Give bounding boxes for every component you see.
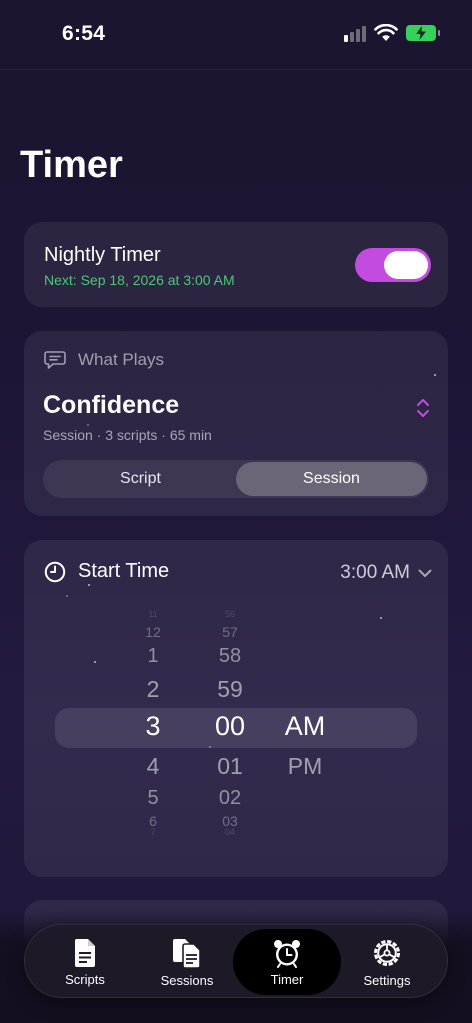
- tab-settings[interactable]: Settings: [333, 929, 441, 995]
- battery-charging-icon: [406, 25, 440, 41]
- picker-hour: 5: [147, 787, 159, 809]
- tab-timer-label: Timer: [270, 971, 304, 987]
- picker-period: PM: [287, 753, 323, 779]
- picker-minute: 57: [222, 624, 238, 640]
- picker-hour: 4: [146, 753, 160, 779]
- start-time-value-button[interactable]: 3:00 AM: [340, 562, 432, 584]
- background-sparkle: [88, 584, 90, 586]
- background-sparkle: [66, 595, 68, 597]
- picker-hour: 1: [147, 645, 159, 667]
- speech-bubble-icon: [44, 351, 66, 369]
- selected-session-title[interactable]: Confidence: [43, 391, 179, 420]
- selected-session-meta: Session · 3 scripts · 65 min: [43, 427, 212, 443]
- tab-settings-label: Settings: [363, 972, 411, 988]
- picker-minute: 04: [224, 827, 235, 837]
- what-plays-header: What Plays: [44, 350, 164, 370]
- picker-hour: 7: [150, 827, 156, 837]
- nightly-timer-title: Nightly Timer: [44, 244, 161, 266]
- tab-timer[interactable]: Timer: [233, 929, 341, 995]
- clock-icon: [44, 561, 66, 582]
- status-bar: 6:54: [0, 0, 472, 70]
- picker-minute: 01: [217, 753, 243, 779]
- alarm-clock-icon: [274, 939, 300, 968]
- tab-bar: Scripts Sessions Timer Settings: [24, 924, 448, 998]
- picker-hour: 11: [148, 609, 158, 619]
- picker-minute-selected: 00: [214, 711, 246, 741]
- chevron-up-down-icon[interactable]: [416, 398, 430, 418]
- what-plays-label: What Plays: [78, 350, 164, 369]
- tab-scripts[interactable]: Scripts: [31, 929, 139, 995]
- chevron-down-icon: [418, 569, 432, 577]
- picker-minute: 56: [224, 609, 235, 619]
- picker-hour: 12: [145, 624, 161, 640]
- segment-script[interactable]: Script: [45, 462, 236, 496]
- start-time-card: Start Time 3:00 AM 11 12 1 2 3 4 5 6 7 5…: [24, 540, 448, 877]
- nightly-timer-card: Nightly Timer Next: Sep 18, 2026 at 3:00…: [24, 222, 448, 307]
- start-time-value: 3:00 AM: [340, 562, 410, 583]
- start-time-label: Start Time: [78, 560, 170, 582]
- picker-period-selected: AM: [284, 711, 326, 741]
- picker-minute: 58: [218, 645, 242, 667]
- picker-minute: 02: [218, 787, 242, 809]
- background-sparkle: [94, 661, 96, 663]
- picker-hour: 2: [146, 676, 160, 702]
- page-title: Timer: [20, 144, 123, 186]
- background-sparkle: [434, 374, 436, 376]
- documents-stack-icon: [173, 938, 201, 969]
- nightly-timer-toggle[interactable]: [355, 248, 431, 282]
- status-icons: [344, 24, 440, 42]
- background-sparkle: [209, 746, 211, 748]
- picker-minute: 59: [217, 676, 243, 702]
- next-run-label: Next: Sep 18, 2026 at 3:00 AM: [44, 272, 235, 288]
- tab-sessions[interactable]: Sessions: [133, 929, 241, 995]
- wifi-icon: [374, 24, 398, 41]
- toggle-knob: [384, 251, 428, 279]
- segment-session[interactable]: Session: [236, 462, 427, 496]
- tab-sessions-label: Sessions: [160, 972, 214, 988]
- play-type-segmented-control: Script Session: [43, 460, 429, 498]
- document-icon: [74, 938, 95, 967]
- background-sparkle: [380, 617, 382, 619]
- cellular-signal-icon: [344, 24, 366, 42]
- status-time: 6:54: [62, 22, 106, 45]
- gear-icon: [374, 939, 400, 966]
- background-sparkle: [87, 424, 89, 426]
- start-time-header: Start Time: [44, 560, 169, 583]
- tab-scripts-label: Scripts: [65, 971, 105, 987]
- picker-hour-selected: 3: [145, 711, 161, 741]
